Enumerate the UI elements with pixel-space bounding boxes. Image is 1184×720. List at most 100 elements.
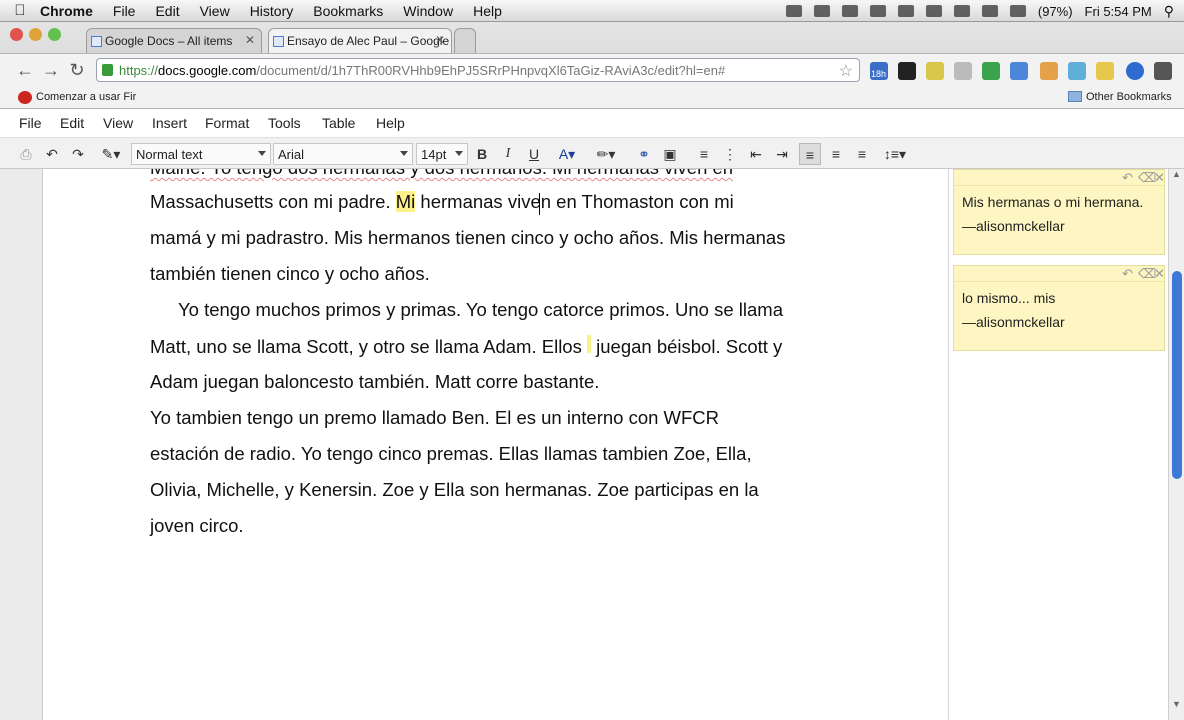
doc-line[interactable]: Adam juegan baloncesto también. Matt cor… (150, 371, 599, 393)
increase-indent-icon[interactable]: ⇥ (772, 143, 792, 165)
skype-extension-icon[interactable] (1126, 62, 1144, 80)
search-extension-icon[interactable] (954, 62, 972, 80)
doc-line[interactable]: estación de radio. Yo tengo cinco premas… (150, 443, 752, 465)
download-extension-icon[interactable] (1010, 62, 1028, 80)
close-icon[interactable]: ✕ (1154, 170, 1165, 186)
battery-status[interactable]: (97%) (1038, 4, 1073, 19)
bold-icon[interactable]: B (472, 143, 492, 165)
timemachine-icon[interactable] (897, 5, 914, 17)
menubar-item-bookmarks[interactable]: Bookmarks (313, 3, 383, 19)
globe-extension-icon[interactable] (1068, 62, 1086, 80)
window-minimize-icon[interactable] (29, 28, 42, 41)
menubar-item-file[interactable]: File (113, 3, 136, 19)
bulleted-list-icon[interactable]: ⋮ (720, 143, 740, 165)
menubar-item-view[interactable]: View (200, 3, 230, 19)
align-right-icon[interactable]: ≡ (852, 143, 872, 165)
highlight-color-icon[interactable]: ✏▾ (590, 143, 622, 165)
font-select[interactable]: Arial (273, 143, 413, 165)
evernote-icon[interactable] (841, 5, 858, 17)
sync-icon[interactable] (813, 5, 830, 17)
text-color-icon[interactable]: A▾ (552, 143, 582, 165)
display-icon[interactable] (925, 5, 942, 17)
comment-card[interactable]: ↶ ⌫ ✕ Mis hermanas o mi hermana. —alison… (953, 169, 1165, 255)
comment-card[interactable]: ↶ ⌫ ✕ lo mismo... mis —alisonmckellar (953, 265, 1165, 351)
tools-extension-icon[interactable] (898, 62, 916, 80)
link-icon[interactable]: ⚭ (634, 143, 654, 165)
docs-menu-insert[interactable]: Insert (152, 115, 187, 131)
cloud-icon[interactable] (785, 5, 802, 17)
align-center-icon[interactable]: ≡ (826, 143, 846, 165)
wiki-extension-icon[interactable] (926, 62, 944, 80)
redo-icon[interactable]: ↷ (68, 143, 88, 165)
apple-menu-icon[interactable]:  (0, 2, 40, 19)
vertical-scrollbar[interactable]: ▲ ▼ (1168, 169, 1184, 720)
reload-icon[interactable]: ↻ (66, 60, 88, 80)
reply-icon[interactable]: ↶ (1122, 266, 1133, 282)
menubar-item-help[interactable]: Help (473, 3, 502, 19)
numbered-list-icon[interactable]: ≡ (694, 143, 714, 165)
tab-close-icon[interactable]: ✕ (245, 33, 255, 47)
doc-line[interactable]: Yo tambien tengo un premo llamado Ben. E… (150, 407, 719, 429)
menubar-item-edit[interactable]: Edit (155, 3, 179, 19)
bluetooth-icon[interactable] (869, 5, 886, 17)
docs-menu-view[interactable]: View (103, 115, 133, 131)
doc-line[interactable]: Massachusetts con mi padre. Mi hermanas … (150, 191, 734, 213)
bookmark-star-icon[interactable]: ☆ (839, 61, 853, 81)
decrease-indent-icon[interactable]: ⇤ (746, 143, 766, 165)
reply-icon[interactable]: ↶ (1122, 170, 1133, 186)
undo-icon[interactable]: ↶ (42, 143, 62, 165)
print-icon[interactable]: ⎙ (16, 143, 36, 165)
scroll-down-icon[interactable]: ▼ (1172, 699, 1181, 709)
docs-menu-edit[interactable]: Edit (60, 115, 84, 131)
mail-extension-icon[interactable] (1096, 62, 1114, 80)
menubar-clock[interactable]: Fri 5:54 PM (1085, 4, 1152, 19)
docs-menu-table[interactable]: Table (322, 115, 355, 131)
menubar-item-window[interactable]: Window (403, 3, 453, 19)
doc-line[interactable]: mamá y mi padrastro. Mis hermanos tienen… (150, 227, 785, 249)
tab-ensayo[interactable]: Ensayo de Alec Paul – Google ✕ (268, 28, 452, 53)
docs-menu-file[interactable]: File (19, 115, 42, 131)
doc-line[interactable]: Matt, uno se llama Scott, y otro se llam… (150, 335, 782, 358)
box-extension-icon[interactable] (1040, 62, 1058, 80)
line-spacing-icon[interactable]: ↕≡▾ (878, 143, 912, 165)
window-zoom-icon[interactable] (48, 28, 61, 41)
screen-extension-icon[interactable] (982, 62, 1000, 80)
scroll-up-icon[interactable]: ▲ (1172, 169, 1181, 179)
doc-line[interactable]: Olivia, Michelle, y Kenersin. Zoe y Ella… (150, 479, 759, 501)
docs-menu-help[interactable]: Help (376, 115, 405, 131)
keyboard-icon[interactable] (1009, 5, 1026, 17)
doc-line[interactable]: también tienen cinco y ocho años. (150, 263, 430, 285)
docs-menu-format[interactable]: Format (205, 115, 249, 131)
other-bookmarks[interactable]: Other Bookmarks (1086, 91, 1172, 103)
wrench-icon[interactable] (1154, 62, 1172, 80)
close-icon[interactable]: ✕ (1154, 266, 1165, 282)
forward-icon[interactable]: → (40, 60, 62, 80)
paint-format-icon[interactable]: ✎▾ (96, 143, 126, 165)
spotlight-search-icon[interactable]: ⚲ (1164, 3, 1174, 20)
tab-close-icon[interactable]: ✕ (435, 33, 445, 47)
docs-menu-tools[interactable]: Tools (268, 115, 301, 131)
back-icon[interactable]: ← (14, 60, 36, 80)
doc-line[interactable]: joven circo. (150, 515, 244, 537)
window-close-icon[interactable] (10, 28, 23, 41)
address-bar[interactable]: https://docs.google.com/document/d/1h7Th… (96, 58, 860, 82)
underline-icon[interactable]: U (524, 143, 544, 165)
doc-line[interactable]: Yo tengo muchos primos y primas. Yo teng… (178, 299, 783, 321)
italic-icon[interactable]: I (498, 143, 518, 165)
align-left-icon[interactable]: ≡ (799, 143, 821, 165)
style-select[interactable]: Normal text (131, 143, 271, 165)
scrollbar-thumb[interactable] (1172, 271, 1182, 479)
menubar-item-chrome[interactable]: Chrome (40, 3, 93, 19)
font-size-select[interactable]: 14pt (416, 143, 468, 165)
commented-text[interactable]: Mi (395, 191, 416, 212)
menubar-item-history[interactable]: History (250, 3, 294, 19)
calendar-extension-icon[interactable]: 18h (870, 62, 888, 80)
tab-docs-all-items[interactable]: Google Docs – All items ✕ (86, 28, 262, 53)
document-page[interactable]: Maine. Yo tengo dos hermanas y dos herma… (42, 169, 948, 720)
doc-line[interactable]: Maine. Yo tengo dos hermanas y dos herma… (150, 169, 733, 179)
volume-icon[interactable] (981, 5, 998, 17)
wifi-icon[interactable] (953, 5, 970, 17)
new-tab-button[interactable] (454, 28, 476, 53)
image-icon[interactable]: ▣ (660, 143, 680, 165)
bookmark-item[interactable]: Comenzar a usar Fir (36, 91, 136, 103)
